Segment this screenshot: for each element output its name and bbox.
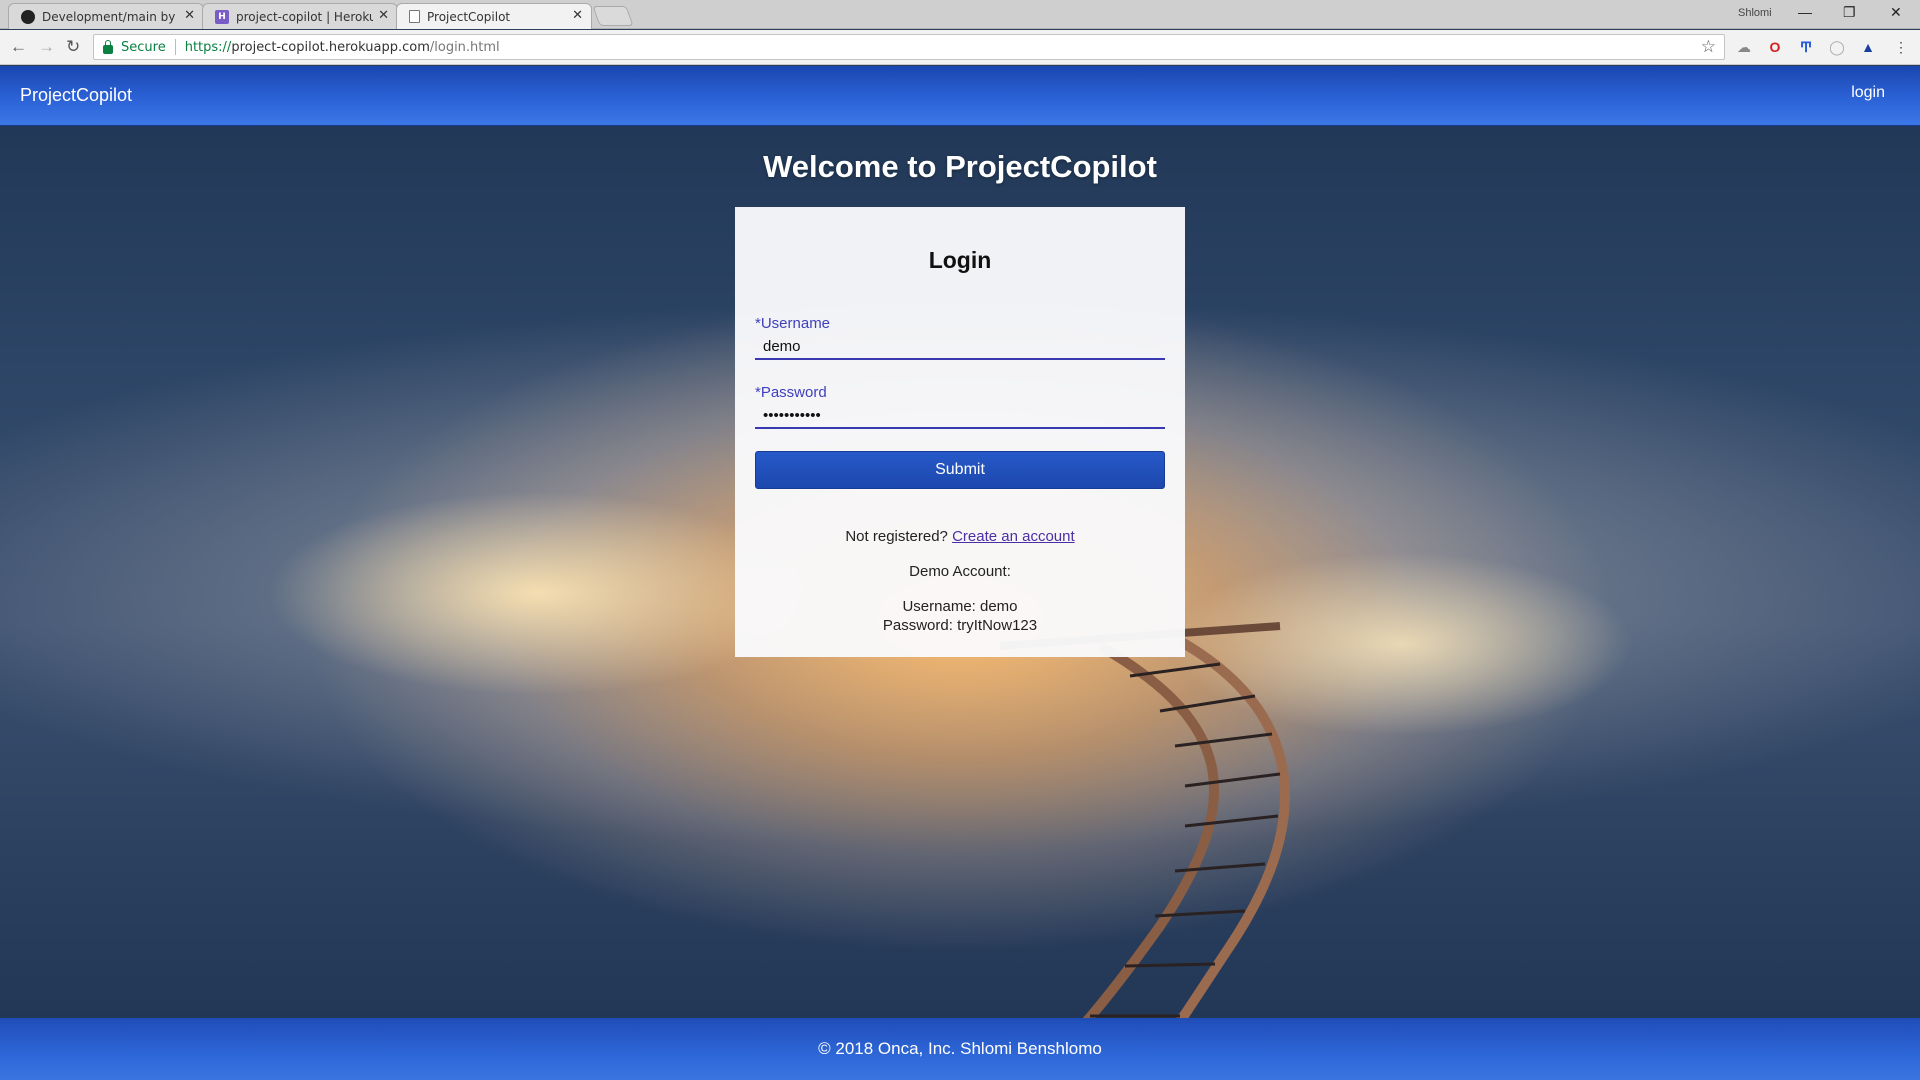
password-input[interactable]: [755, 403, 1165, 429]
not-registered-text: Not registered?: [845, 528, 948, 545]
nav-login-link[interactable]: login: [1851, 84, 1885, 102]
submit-button[interactable]: Submit: [755, 451, 1165, 489]
document-icon: [409, 10, 420, 23]
login-title: Login: [928, 247, 992, 273]
lock-icon: [103, 39, 113, 54]
url-host: project-copilot.herokuapp.com: [231, 39, 430, 55]
copyright-text: © 2018 Onca, Inc. Shlomi Benshlomo: [818, 1039, 1102, 1058]
demo-username: Username: demo: [902, 598, 1018, 615]
tools-icon[interactable]: Ͳ: [1797, 38, 1815, 56]
opera-icon[interactable]: O: [1766, 38, 1784, 56]
profile-name[interactable]: Shlomi: [1738, 7, 1772, 19]
top-navbar: ProjectCopilot login: [0, 66, 1920, 126]
restore-icon[interactable]: ❐: [1843, 4, 1856, 21]
password-label: *Password: [755, 384, 827, 401]
login-card: Login *Username *Password Submit Not reg…: [735, 207, 1185, 657]
username-input[interactable]: [755, 334, 1165, 360]
browser-toolbar: ← → ↻ Secure https:// project-copilot.he…: [0, 30, 1920, 65]
github-icon: [21, 9, 35, 24]
triangle-icon[interactable]: ▲: [1859, 38, 1877, 56]
bookmark-star-icon[interactable]: ☆: [1701, 37, 1716, 57]
username-label: *Username: [755, 315, 831, 332]
reload-icon[interactable]: ↻: [66, 37, 80, 57]
browser-tab-strip: Development/main by sh ✕ H project-copil…: [0, 0, 1920, 29]
demo-password: Password: tryItNow123: [882, 617, 1038, 634]
page-viewport: ProjectCopilot login Welcome to ProjectC…: [0, 66, 1920, 1080]
tab-title: ProjectCopilot: [427, 9, 511, 24]
tab-github[interactable]: Development/main by sh ✕: [8, 3, 204, 29]
close-icon[interactable]: ✕: [184, 8, 195, 23]
tab-heroku[interactable]: H project-copilot | Heroku ✕: [202, 3, 398, 29]
new-tab-button[interactable]: [592, 6, 634, 26]
close-window-icon[interactable]: ✕: [1890, 4, 1902, 21]
close-icon[interactable]: ✕: [378, 8, 389, 23]
tab-title: project-copilot | Heroku: [236, 9, 373, 24]
brand-link[interactable]: ProjectCopilot: [20, 85, 132, 106]
register-prompt: Not registered? Create an account: [735, 528, 1185, 545]
cast-icon[interactable]: ☁: [1735, 38, 1753, 56]
footer: © 2018 Onca, Inc. Shlomi Benshlomo: [0, 1018, 1920, 1080]
heroku-icon: H: [215, 9, 229, 24]
url-prefix: https://: [184, 39, 232, 55]
circle-icon[interactable]: ◯: [1828, 38, 1846, 56]
create-account-link[interactable]: Create an account: [952, 528, 1075, 545]
divider: [174, 39, 176, 55]
secure-label: Secure: [121, 39, 166, 55]
minimize-icon[interactable]: —: [1798, 4, 1812, 20]
forward-icon[interactable]: →: [38, 37, 55, 57]
back-icon[interactable]: ←: [10, 37, 27, 57]
demo-heading: Demo Account:: [909, 563, 1011, 580]
url-path: /login.html: [429, 39, 500, 55]
welcome-heading: Welcome to ProjectCopilot: [763, 149, 1157, 184]
address-bar[interactable]: Secure https:// project-copilot.herokuap…: [93, 34, 1725, 60]
tab-title: Development/main by sh: [42, 9, 179, 24]
menu-icon[interactable]: ⋮: [1892, 38, 1910, 56]
close-icon[interactable]: ✕: [572, 8, 583, 23]
tab-projectcopilot[interactable]: ProjectCopilot ✕: [396, 3, 592, 29]
